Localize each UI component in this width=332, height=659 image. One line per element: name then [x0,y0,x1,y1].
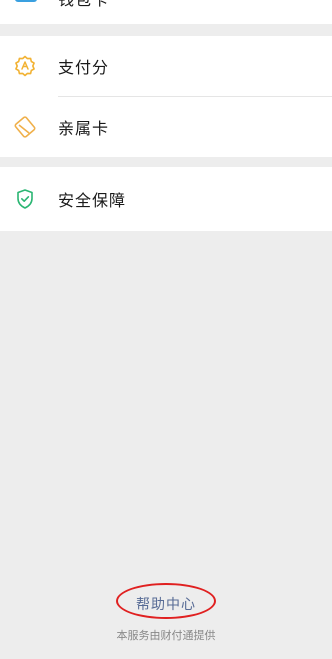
top-group: 钱包卡 [0,0,332,24]
menu-item-family-card[interactable]: 亲属卡 [0,97,332,157]
provider-text: 本服务由财付通提供 [116,629,216,642]
menu-item-payscore[interactable]: 支付分 [0,36,332,96]
help-center-link[interactable]: 帮助中心 [0,594,332,614]
shield-icon [14,188,36,210]
payscore-icon [14,55,36,77]
payment-group: 支付分 亲属卡 [0,36,332,157]
menu-item-security[interactable]: 安全保障 [0,169,332,229]
menu-item-family-card-label: 亲属卡 [58,119,110,138]
security-group: 安全保障 [0,167,332,231]
menu-item-security-label: 安全保障 [58,191,127,210]
top-row-label[interactable]: 钱包卡 [58,0,109,10]
top-row-icon [15,0,37,2]
menu-item-payscore-label: 支付分 [58,58,110,77]
family-card-icon [14,116,36,138]
